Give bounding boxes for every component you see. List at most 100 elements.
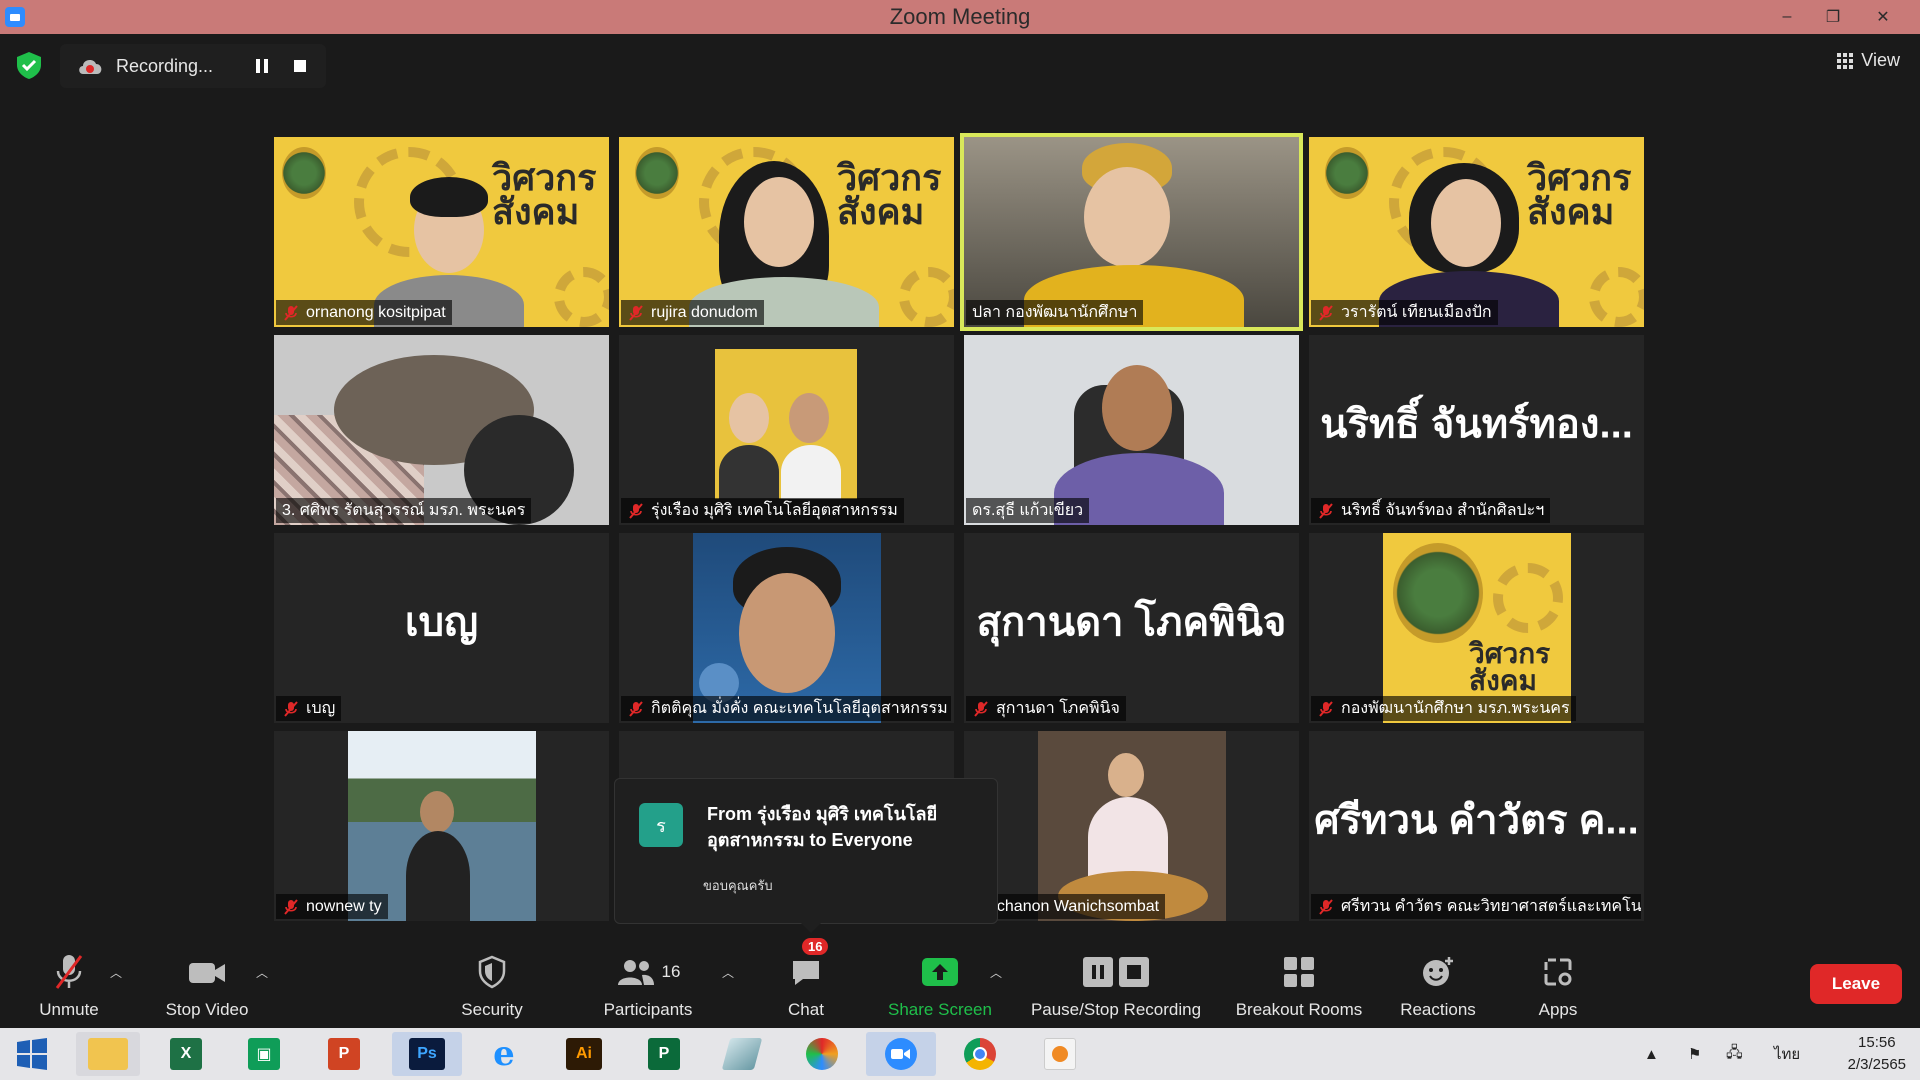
participant-tile[interactable]: กิตติคุณ มั่งคั่ง คณะเทคโนโลยีอุตสาหกรรม: [619, 533, 954, 723]
brand-line1: วิศวกร: [1469, 638, 1551, 669]
portrait-body: [406, 831, 470, 921]
participant-tile[interactable]: เบญ เบญ: [274, 533, 609, 723]
pause-stop-recording-button[interactable]: Pause/Stop Recording: [1024, 940, 1208, 1028]
stop-recording-button[interactable]: [288, 54, 312, 78]
taskbar-tool[interactable]: [720, 1032, 764, 1076]
mic-muted-icon: [1319, 700, 1333, 717]
participant-tile[interactable]: Ratchanon Wanichsombat: [964, 731, 1299, 921]
share-options-chevron-icon[interactable]: ︿: [990, 964, 1004, 980]
participant-tile[interactable]: วิศวกร สังคม วรารัตน์ เทียนเมืองปัก: [1309, 137, 1644, 327]
participant-tile[interactable]: สุกานดา โภคพินิจ สุกานดา โภคพินิจ: [964, 533, 1299, 723]
gear-graphic: [1493, 563, 1563, 633]
security-button[interactable]: Security: [450, 940, 534, 1028]
window-titlebar: Zoom Meeting – ❐ ✕: [0, 0, 1920, 34]
stop-video-button[interactable]: Stop Video: [160, 940, 254, 1028]
taskbar-project[interactable]: P: [642, 1032, 686, 1076]
excel-icon: X: [170, 1038, 202, 1070]
taskbar-internet-explorer[interactable]: e: [482, 1032, 526, 1076]
start-button[interactable]: [10, 1032, 54, 1076]
participant-tile[interactable]: วิศวกร สังคม ornanong kositpipat: [274, 137, 609, 327]
participant-name: นริทธิ์ จันทร์ทอง สำนักศิลปะฯ: [1311, 498, 1551, 523]
portrait-body: [1088, 797, 1168, 877]
pause-recording-button[interactable]: [250, 54, 274, 78]
taskbar-powerpoint[interactable]: P: [322, 1032, 366, 1076]
store-bag-icon: ▣: [248, 1038, 280, 1070]
unmute-button[interactable]: Unmute: [28, 940, 110, 1028]
participant-name-label: ศรีทวน คำวัตร คณะวิทยาศาสตร์และเทคโน: [1341, 898, 1641, 915]
leave-button[interactable]: Leave: [1810, 964, 1902, 1004]
security-label: Security: [461, 1000, 523, 1019]
network-icon[interactable]: 🖧: [1726, 1028, 1743, 1080]
video-options-chevron-icon[interactable]: ︿: [256, 964, 270, 980]
tool-icon: [721, 1038, 763, 1070]
zoom-app-icon: [5, 7, 25, 27]
mic-muted-icon: [284, 304, 298, 321]
photo-viewer-dot: [1052, 1046, 1068, 1062]
apps-label: Apps: [1538, 1000, 1578, 1019]
taskbar-excel[interactable]: X: [164, 1032, 208, 1076]
taskbar-zoom[interactable]: [866, 1032, 936, 1076]
profile-picture: [693, 533, 881, 723]
cloud-record-icon: [76, 56, 104, 76]
participant-tile[interactable]: ศรีทวน คำวัตร ค... ศรีทวน คำวัตร คณะวิทย…: [1309, 731, 1644, 921]
show-hidden-icons-button[interactable]: ▲: [1644, 1028, 1659, 1080]
share-screen-button[interactable]: Share Screen: [884, 940, 996, 1028]
taskbar-photo-viewer[interactable]: [1038, 1032, 1082, 1076]
active-speaker-tile[interactable]: ปลา กองพัฒนานักศึกษา: [960, 133, 1303, 331]
photoscape-icon: [806, 1038, 838, 1070]
university-emblem: [635, 147, 679, 199]
participant-name: สุกานดา โภคพินิจ: [966, 696, 1126, 721]
participant-tile[interactable]: วิศวกร สังคม กองพัฒนานักศึกษา มรภ.พระนคร: [1309, 533, 1644, 723]
participant-tile[interactable]: นริทธิ์ จันทร์ทอง... นริทธิ์ จันทร์ทอง ส…: [1309, 335, 1644, 525]
minimize-button[interactable]: –: [1764, 0, 1810, 34]
brand-text: วิศวกร สังคม: [837, 159, 941, 229]
university-emblem: [1325, 147, 1369, 199]
mic-muted-icon: [629, 304, 643, 321]
mic-muted-icon: [629, 502, 643, 519]
participant-tile[interactable]: 3. ศศิพร รัตนสุวรรณ์ มรภ. พระนคร: [274, 335, 609, 525]
participant-tile[interactable]: รุ่งเรือง มุศิริ เทคโนโลยีอุตสาหกรรม: [619, 335, 954, 525]
chat-notification[interactable]: ร From รุ่งเรือง มุศิริ เทคโนโลยีอุตสาหก…: [614, 778, 998, 933]
participant-tile[interactable]: nownew ty: [274, 731, 609, 921]
participant-name-label: nownew ty: [306, 897, 382, 915]
participant-tile[interactable]: วิศวกร สังคม rujira donudom: [619, 137, 954, 327]
photo-viewer-icon: [1044, 1038, 1076, 1070]
profile-picture: [1038, 731, 1226, 921]
taskbar-publisher[interactable]: ▣: [242, 1032, 286, 1076]
view-label: View: [1861, 50, 1900, 70]
participants-button[interactable]: 16 Participants: [596, 940, 700, 1028]
view-button[interactable]: View: [1837, 50, 1900, 71]
chat-button[interactable]: 16 Chat: [780, 938, 832, 1028]
apps-button[interactable]: Apps: [1532, 940, 1584, 1028]
share-screen-label: Share Screen: [888, 1000, 992, 1019]
taskbar-chrome[interactable]: [958, 1032, 1002, 1076]
participant-name-label: รุ่งเรือง มุศิริ เทคโนโลยีอุตสาหกรรม: [651, 502, 898, 519]
participant-name-label: ornanong kositpipat: [306, 303, 446, 321]
share-screen-icon: [920, 952, 960, 992]
input-language[interactable]: ไทย: [1774, 1028, 1800, 1080]
action-center-flag-icon[interactable]: ⚑: [1688, 1028, 1701, 1080]
breakout-rooms-button[interactable]: Breakout Rooms: [1232, 940, 1366, 1028]
participants-options-chevron-icon[interactable]: ︿: [722, 964, 736, 980]
taskbar-photoshop[interactable]: Ps: [392, 1032, 462, 1076]
participant-name-label: Ratchanon Wanichsombat: [972, 897, 1160, 915]
university-emblem: [1393, 543, 1483, 643]
participant-face: [1431, 179, 1501, 267]
mic-muted-icon: [49, 952, 89, 992]
participant-tile[interactable]: ดร.สุธี แก้วเขียว: [964, 335, 1299, 525]
participant-body: [781, 445, 841, 499]
audio-options-chevron-icon[interactable]: ︿: [110, 964, 124, 980]
participant-body: [719, 445, 779, 499]
encryption-shield-icon[interactable]: [14, 50, 44, 80]
taskbar-illustrator[interactable]: Ai: [562, 1032, 606, 1076]
close-button[interactable]: ✕: [1860, 0, 1906, 34]
reactions-button[interactable]: Reactions: [1396, 940, 1480, 1028]
restore-button[interactable]: ❐: [1810, 0, 1856, 34]
mic-muted-icon: [1319, 898, 1333, 915]
taskbar-photoscape[interactable]: [800, 1032, 844, 1076]
participant-name: rujira donudom: [621, 300, 764, 325]
taskbar-clock[interactable]: 15:56 2/3/2565: [1848, 1032, 1906, 1076]
participant-face: [744, 177, 814, 267]
mic-muted-icon: [1319, 304, 1333, 321]
taskbar-file-explorer[interactable]: [76, 1032, 140, 1076]
